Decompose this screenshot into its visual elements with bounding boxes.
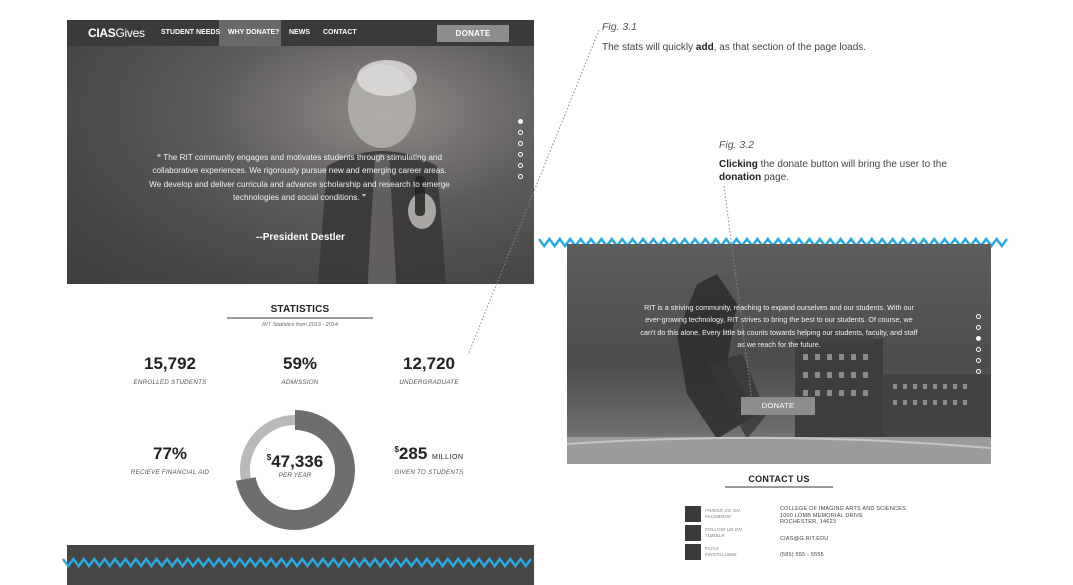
fig1-text-bold: add: [695, 42, 714, 53]
fig2-title: Fig. 3.2: [719, 139, 755, 151]
fig2-caption: Clicking the donate button will bring th…: [719, 158, 979, 184]
fig2-text-bold1: Clicking: [719, 159, 758, 170]
fig2-text-after: page.: [761, 172, 790, 183]
fig1-text-after: , as that section of the page loads.: [713, 42, 867, 53]
fig1-title: Fig. 3.1: [602, 21, 638, 33]
fig2-text-middle: the donate button will bring the user to…: [757, 159, 947, 170]
fig2-leader-line: [723, 185, 753, 401]
annotation-leader-lines: [467, 29, 753, 401]
fig1-text-before: The stats will quickly: [602, 42, 696, 53]
fig1-caption: The stats will quickly add, as that sect…: [602, 41, 872, 54]
fig1-leader-line: [467, 29, 600, 356]
fig2-text-bold2: donation: [719, 172, 762, 183]
